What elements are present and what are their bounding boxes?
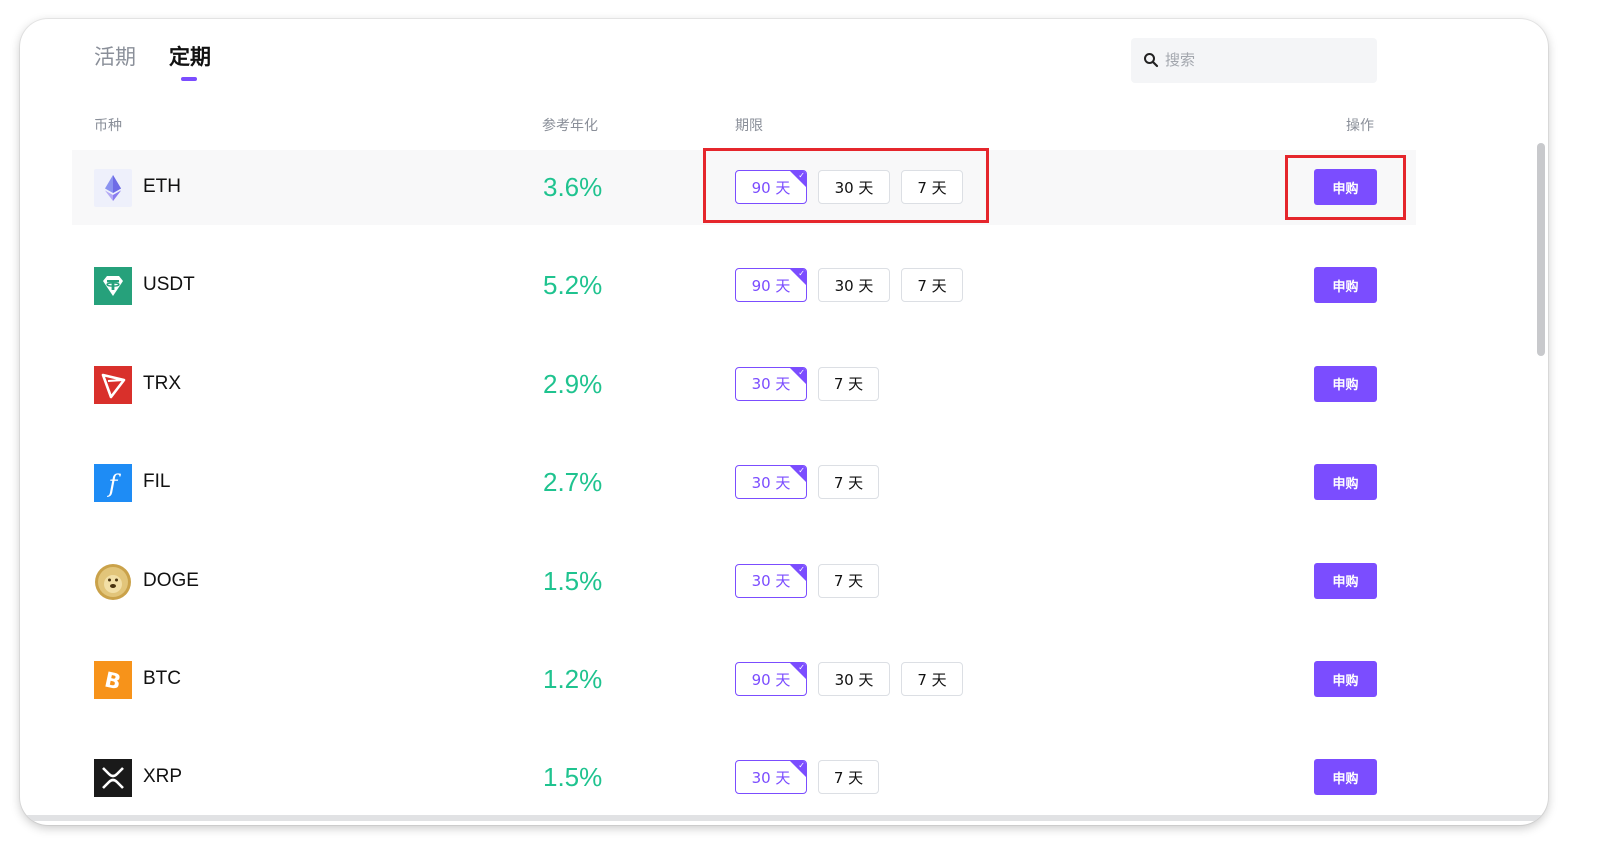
- apy-value: 2.7%: [543, 467, 603, 498]
- column-header-apy: 参考年化: [542, 118, 598, 134]
- active-tab-indicator: [181, 77, 197, 81]
- coin-name: TRX: [143, 372, 181, 394]
- term-option[interactable]: 7 天: [901, 268, 963, 303]
- search-icon: [1144, 53, 1159, 68]
- term-option[interactable]: 7 天: [818, 465, 879, 500]
- column-header-term: 期限: [735, 118, 763, 134]
- apy-value: 1.5%: [543, 762, 603, 793]
- term-option-label: 7 天: [833, 572, 864, 591]
- apy-value: 3.6%: [543, 172, 603, 202]
- tab-flexible[interactable]: 活期: [94, 41, 136, 71]
- term-option-label: 7 天: [833, 375, 864, 394]
- apy-value: 5.2%: [543, 270, 603, 301]
- table-row: TRX 2.9% 30 天 ✓ 7 天 申购: [72, 347, 1416, 422]
- check-icon: ✓: [798, 367, 805, 377]
- table-row: f FIL 2.7% 30 天 ✓ 7 天 申购: [72, 445, 1416, 520]
- check-icon: ✓: [798, 564, 805, 574]
- subscribe-button[interactable]: 申购: [1314, 661, 1377, 697]
- term-option[interactable]: 30 天: [818, 662, 890, 696]
- term-option[interactable]: 7 天: [901, 662, 963, 696]
- term-option[interactable]: 90 天 ✓: [735, 662, 807, 696]
- coin-name: BTC: [143, 668, 181, 689]
- search-input[interactable]: [1165, 46, 1365, 74]
- column-header-coin: 币种: [94, 118, 122, 134]
- eth-icon: [94, 169, 132, 207]
- subscribe-button[interactable]: 申购: [1314, 562, 1377, 599]
- subscribe-button[interactable]: 申购: [1314, 365, 1377, 402]
- apy-value: 1.5%: [543, 565, 603, 596]
- term-option-label: 30 天: [834, 670, 874, 689]
- term-option[interactable]: 30 天 ✓: [735, 366, 807, 401]
- doge-icon: [94, 563, 132, 601]
- term-highlight-box: [703, 148, 989, 223]
- coin-name: DOGE: [143, 569, 199, 591]
- term-option[interactable]: 30 天: [818, 268, 890, 303]
- term-option[interactable]: 7 天: [818, 760, 879, 795]
- btc-icon: B: [94, 661, 132, 699]
- fil-icon: f: [94, 464, 132, 503]
- term-option-label: 30 天: [834, 276, 874, 295]
- coin-name: ETH: [143, 176, 181, 197]
- term-option-label: 7 天: [917, 670, 947, 689]
- check-icon: ✓: [798, 269, 805, 279]
- term-option-label: 90 天: [751, 670, 791, 689]
- term-option-label: 7 天: [833, 473, 864, 492]
- vertical-scrollbar-thumb[interactable]: [1537, 143, 1545, 356]
- search-box[interactable]: [1131, 38, 1377, 83]
- term-option-label: 7 天: [917, 276, 947, 295]
- coin-name: XRP: [143, 766, 183, 788]
- usdt-icon: [94, 267, 132, 306]
- tab-fixed[interactable]: 定期: [169, 41, 211, 71]
- term-option-label: 30 天: [751, 473, 791, 492]
- table-row: USDT 5.2% 90 天 ✓ 30 天 7 天 申购: [72, 248, 1416, 323]
- term-option[interactable]: 7 天: [818, 366, 879, 401]
- buy-highlight-box: [1285, 155, 1406, 220]
- term-option-label: 30 天: [751, 375, 791, 394]
- apy-value: 2.9%: [543, 368, 603, 399]
- xrp-icon: [94, 759, 132, 798]
- subscribe-button[interactable]: 申购: [1314, 267, 1377, 304]
- table-row: XRP 1.5% 30 天 ✓ 7 天 申购: [72, 740, 1416, 815]
- apy-value: 1.2%: [543, 664, 603, 694]
- term-option[interactable]: 30 天 ✓: [735, 563, 807, 598]
- coin-name: FIL: [143, 471, 171, 493]
- coin-name: USDT: [143, 274, 195, 296]
- term-option[interactable]: 30 天 ✓: [735, 465, 807, 500]
- subscribe-button[interactable]: 申购: [1314, 759, 1377, 796]
- term-option-label: 90 天: [751, 276, 791, 295]
- term-option[interactable]: 7 天: [818, 563, 879, 598]
- term-option-label: 30 天: [751, 572, 791, 591]
- staking-window: 活期 定期 币种 参考年化 期限 操作 ETH3.6%90 天✓30 天7 天申…: [20, 19, 1548, 825]
- column-header-action: 操作: [1346, 118, 1374, 134]
- check-icon: ✓: [798, 663, 805, 672]
- term-option[interactable]: 90 天 ✓: [735, 268, 807, 303]
- table-row: DOGE 1.5% 30 天 ✓ 7 天 申购: [72, 544, 1416, 619]
- term-option-label: 30 天: [751, 768, 791, 787]
- trx-icon: [94, 365, 132, 404]
- term-option[interactable]: 30 天 ✓: [735, 760, 807, 795]
- term-option-label: 7 天: [833, 768, 864, 787]
- check-icon: ✓: [798, 761, 805, 771]
- horizontal-scrollbar[interactable]: [20, 815, 1548, 821]
- check-icon: ✓: [798, 466, 805, 476]
- subscribe-button[interactable]: 申购: [1314, 464, 1377, 501]
- table-row: B BTC 1.2% 90 天 ✓ 30 天 7 天 申购: [72, 642, 1416, 717]
